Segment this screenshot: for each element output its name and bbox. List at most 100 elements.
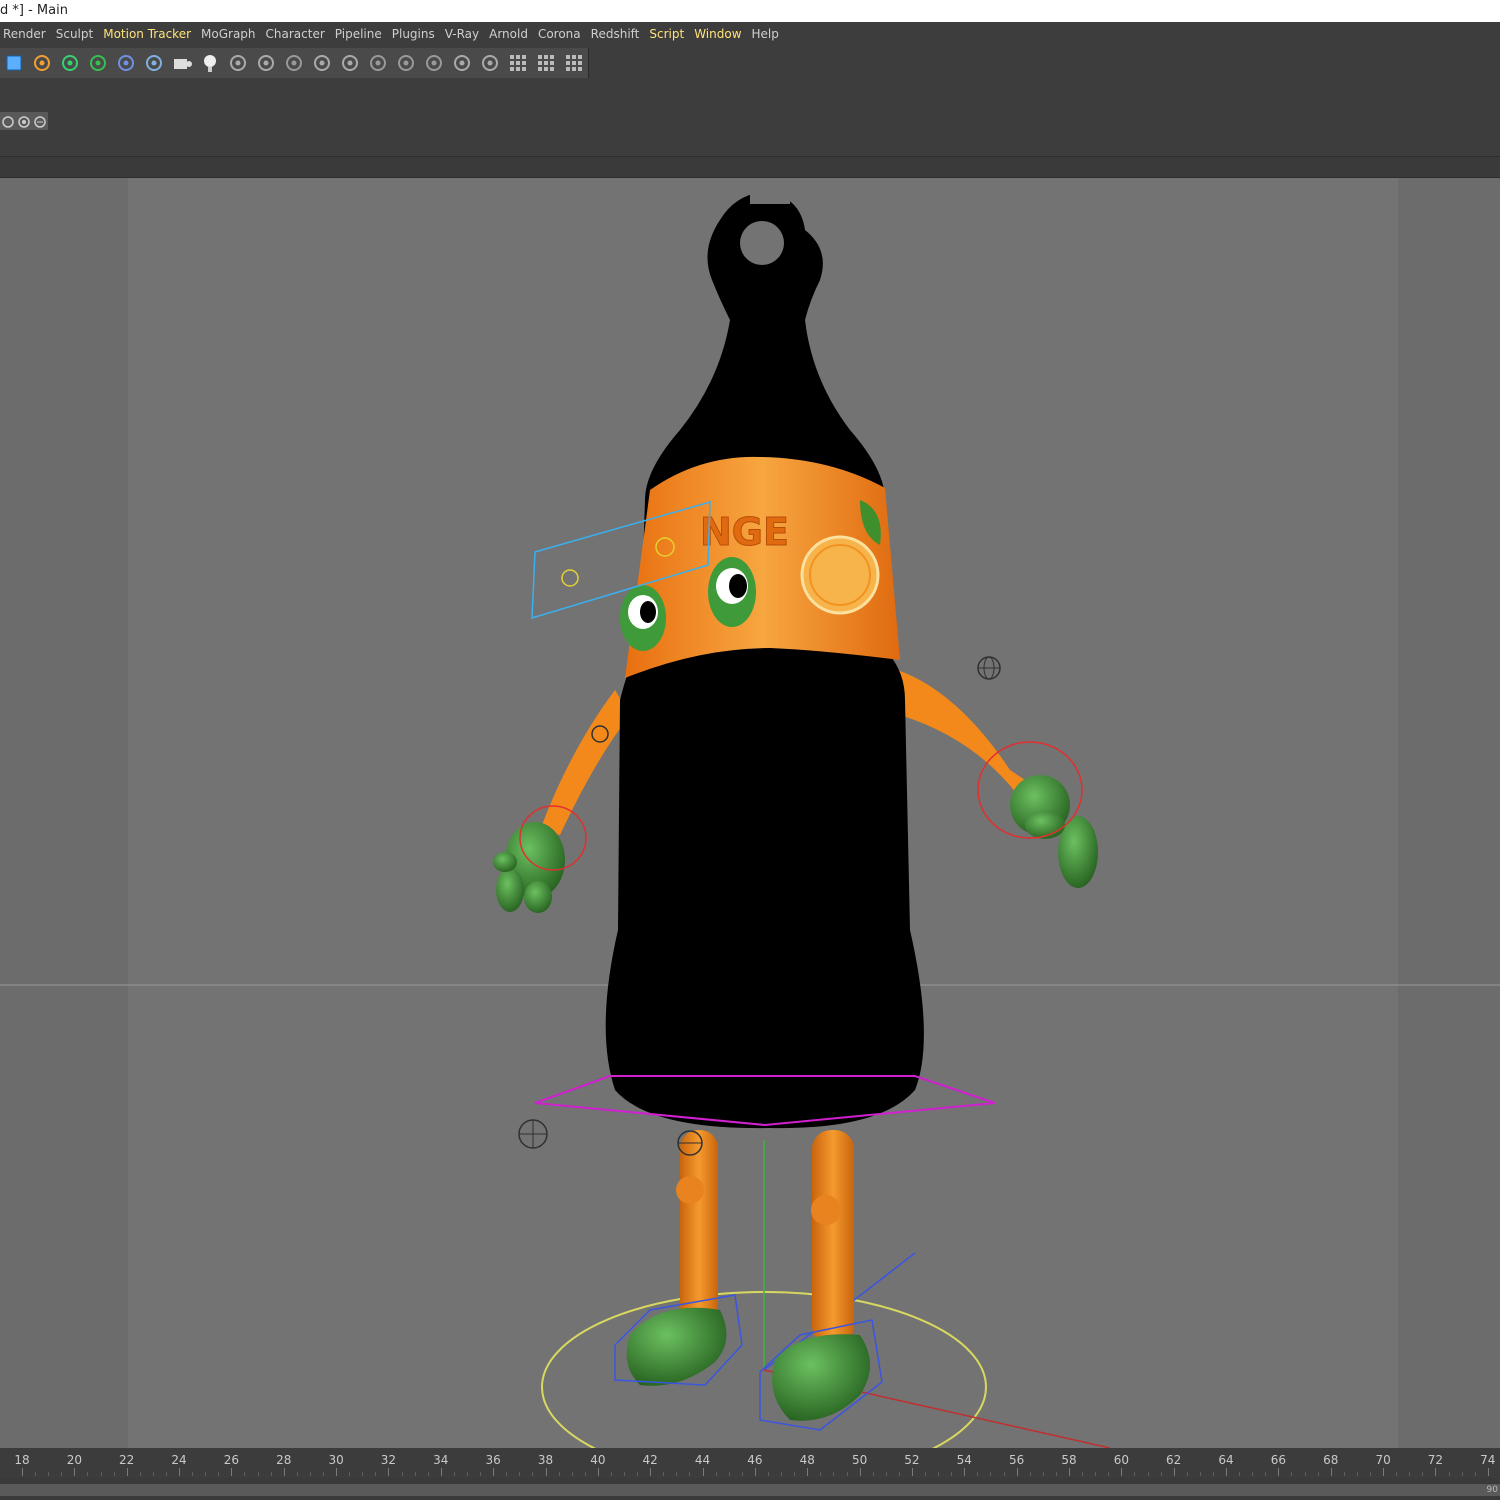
timeline-minor-tick — [1095, 1472, 1097, 1476]
mirror-icon[interactable] — [477, 50, 503, 76]
left-leg[interactable] — [680, 1130, 718, 1330]
timeline-tick — [754, 1468, 756, 1476]
menu-window[interactable]: Window — [691, 27, 748, 41]
timeline-minor-tick — [1147, 1472, 1149, 1476]
timeline-tick-label: 22 — [119, 1453, 135, 1467]
cube-icon[interactable] — [1, 50, 27, 76]
timeline-minor-tick — [1252, 1472, 1254, 1476]
menu-script[interactable]: Script — [646, 27, 691, 41]
timeline-minor-tick — [414, 1472, 416, 1476]
timeline-minor-tick — [1396, 1472, 1398, 1476]
menu-render[interactable]: Render — [0, 27, 53, 41]
timeline-tick — [1121, 1468, 1123, 1476]
timeline-tick-label: 70 — [1375, 1453, 1391, 1467]
grid-icon[interactable] — [505, 50, 531, 76]
weight-icon[interactable] — [365, 50, 391, 76]
axis-icon[interactable] — [337, 50, 363, 76]
mode-icon[interactable] — [33, 114, 47, 128]
menu-arnold[interactable]: Arnold — [486, 27, 535, 41]
cap-notch — [750, 190, 790, 204]
mesh-tool-icon[interactable] — [309, 50, 335, 76]
timeline[interactable]: 18 20 22 24 26 28 30 32 34 36 38 40 42 44 46 48 50 52 54 56… — [0, 1448, 1500, 1500]
timeline-minor-tick — [349, 1472, 351, 1476]
timeline-minor-tick — [1291, 1472, 1293, 1476]
deformer-icon[interactable] — [113, 50, 139, 76]
right-glove[interactable] — [1010, 775, 1098, 888]
menu-pipeline[interactable]: Pipeline — [332, 27, 389, 41]
timeline-minor-tick — [571, 1472, 573, 1476]
main-toolbar — [0, 46, 1500, 80]
timeline-minor-tick — [1422, 1472, 1424, 1476]
right-eye[interactable] — [708, 557, 756, 627]
menu-plugins[interactable]: Plugins — [389, 27, 442, 41]
menu-help[interactable]: Help — [749, 27, 786, 41]
timeline-tick — [911, 1468, 913, 1476]
timeline-tick — [388, 1468, 390, 1476]
align-icon[interactable] — [449, 50, 475, 76]
skin-icon[interactable] — [393, 50, 419, 76]
timeline-minor-tick — [990, 1472, 992, 1476]
ik-icon[interactable] — [253, 50, 279, 76]
menu-v-ray[interactable]: V-Ray — [442, 27, 486, 41]
timeline-minor-tick — [610, 1472, 612, 1476]
timeline-minor-tick — [480, 1472, 482, 1476]
menu-sculpt[interactable]: Sculpt — [53, 27, 100, 41]
polygon-icon[interactable] — [281, 50, 307, 76]
left-shoe[interactable] — [626, 1307, 727, 1386]
timeline-tick — [702, 1468, 704, 1476]
timeline-tick — [859, 1468, 861, 1476]
left-glove[interactable] — [493, 822, 565, 913]
light-null-marker[interactable] — [977, 656, 1001, 680]
timeline-tick-label: 32 — [380, 1453, 397, 1467]
pole-target-marker[interactable] — [518, 1119, 548, 1149]
timeline-minor-tick — [663, 1472, 665, 1476]
menu-redshift[interactable]: Redshift — [588, 27, 647, 41]
timeline-tick-label: 58 — [1061, 1453, 1077, 1467]
timeline-scrollbar[interactable] — [0, 1484, 1500, 1496]
timeline-minor-tick — [558, 1472, 560, 1476]
timeline-minor-tick — [833, 1472, 835, 1476]
timeline-minor-tick — [1370, 1472, 1371, 1476]
timeline-minor-tick — [1108, 1472, 1110, 1476]
joint-icon[interactable] — [225, 50, 251, 76]
timeline-minor-tick — [466, 1472, 468, 1476]
timeline-tick-label: 68 — [1323, 1453, 1339, 1467]
timeline-tick-label: 28 — [276, 1453, 292, 1467]
cloner-icon[interactable] — [85, 50, 111, 76]
timeline-minor-tick — [715, 1472, 717, 1476]
grid-icon[interactable] — [533, 50, 559, 76]
menu-character[interactable]: Character — [263, 27, 332, 41]
menu-mograph[interactable]: MoGraph — [198, 27, 263, 41]
scene-canvas: NGE — [0, 178, 1500, 1448]
pen-icon[interactable] — [29, 50, 55, 76]
timeline-tick-label: 66 — [1270, 1453, 1287, 1467]
timeline-minor-tick — [1317, 1472, 1319, 1476]
menu-corona[interactable]: Corona — [535, 27, 588, 41]
mode-icon[interactable] — [1, 114, 15, 128]
light-icon[interactable] — [197, 50, 223, 76]
left-eye[interactable] — [620, 585, 666, 651]
camera-icon[interactable] — [169, 50, 195, 76]
eye-target-left[interactable] — [561, 569, 579, 587]
right-leg[interactable] — [812, 1130, 854, 1345]
viewport-header — [0, 157, 1500, 178]
timeline-minor-tick — [139, 1472, 141, 1476]
timeline-minor-tick — [1199, 1472, 1201, 1476]
morph-icon[interactable] — [421, 50, 447, 76]
timeline-minor-tick — [728, 1472, 730, 1476]
subdivision-icon[interactable] — [57, 50, 83, 76]
timeline-tick — [283, 1468, 285, 1476]
timeline-ruler[interactable]: 18 20 22 24 26 28 30 32 34 36 38 40 42 44 46 48 50 52 54 56… — [0, 1448, 1500, 1478]
timeline-tick-label: 36 — [485, 1453, 501, 1467]
left-arm[interactable] — [540, 690, 630, 835]
timeline-tick-label: 56 — [1009, 1453, 1025, 1467]
timeline-minor-tick — [1304, 1472, 1306, 1476]
timeline-minor-tick — [1160, 1472, 1162, 1476]
menu-motion-tracker[interactable]: Motion Tracker — [100, 27, 198, 41]
timeline-tick — [1069, 1468, 1070, 1476]
grid-icon[interactable] — [561, 50, 587, 76]
window-title: d *] - Main — [0, 3, 68, 18]
mode-icon[interactable] — [17, 114, 31, 128]
3d-viewport[interactable]: NGE — [0, 178, 1500, 1448]
floor-icon[interactable] — [141, 50, 167, 76]
